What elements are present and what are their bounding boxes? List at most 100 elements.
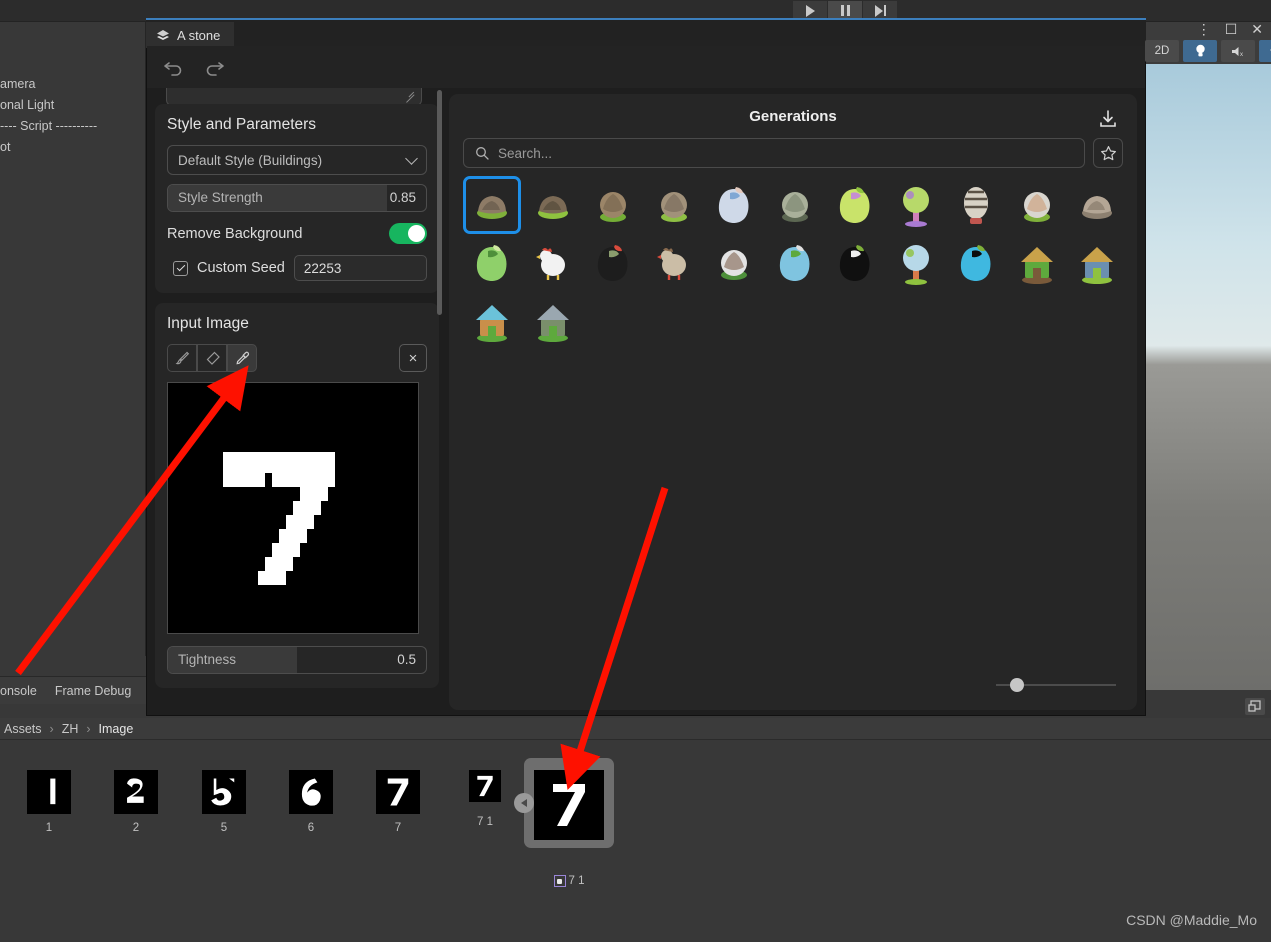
asset-item[interactable]: 1 xyxy=(6,770,92,834)
generation-thumb-speckled-stone[interactable] xyxy=(645,176,703,234)
generation-thumb-striped-egg[interactable] xyxy=(947,176,1005,234)
hierarchy-item[interactable]: amera xyxy=(0,74,145,95)
undo-redo-bar xyxy=(147,46,1145,88)
asset-thumbnail[interactable] xyxy=(289,770,333,814)
generation-thumb-globe-sprout[interactable] xyxy=(766,234,824,292)
toggle-2d[interactable]: 2D xyxy=(1145,40,1179,62)
asset-item[interactable]: 7 1 xyxy=(514,758,614,887)
redo-button[interactable] xyxy=(201,54,227,80)
remove-background-row: Remove Background xyxy=(167,223,427,244)
chevron-down-icon xyxy=(405,151,418,165)
thumbnail-size-slider[interactable] xyxy=(996,678,1116,692)
tightness-value: 0.5 xyxy=(397,652,416,667)
hierarchy-item[interactable]: onal Light xyxy=(0,95,145,116)
asset-item[interactable]: 2 xyxy=(93,770,179,834)
thumb-art-blue-tree xyxy=(902,245,929,285)
close-icon[interactable]: ✕ xyxy=(1251,22,1263,36)
search-input[interactable]: Search... xyxy=(463,138,1085,168)
generation-thumb-white-chicken[interactable] xyxy=(524,234,582,292)
breadcrumb-assets[interactable]: Assets xyxy=(0,722,46,736)
generation-thumb-grass-hut[interactable] xyxy=(1008,234,1066,292)
generation-thumb-small-rock-plant[interactable] xyxy=(524,176,582,234)
eyedropper-tool[interactable] xyxy=(227,344,257,372)
asset-grid: 1 2 5 6 7 7 1 7 1 xyxy=(0,740,1271,887)
tab-a-stone[interactable]: A stone xyxy=(146,22,235,48)
scene-effects-toggle[interactable] xyxy=(1259,40,1271,62)
brush-icon xyxy=(175,351,190,365)
left-column-scrollbar[interactable] xyxy=(437,90,442,315)
thumb-art-capped-stone xyxy=(1023,192,1050,222)
open-panel-button[interactable] xyxy=(1245,698,1265,715)
asset-thumbnail[interactable] xyxy=(534,770,604,840)
asset-label: 2 xyxy=(132,822,140,834)
asset-label: 7 1 xyxy=(477,816,493,828)
asset-item[interactable]: 6 xyxy=(268,770,354,834)
scene-viewport[interactable] xyxy=(1145,64,1271,704)
generation-thumb-blue-slug[interactable] xyxy=(705,176,763,234)
download-button[interactable] xyxy=(1097,108,1119,130)
digit-glyph xyxy=(50,778,56,805)
undo-icon xyxy=(164,62,182,76)
style-strength-slider[interactable]: Style Strength 0.85 xyxy=(167,184,427,212)
generation-thumb-framed-sheep[interactable] xyxy=(705,234,763,292)
asset-thumbnail[interactable] xyxy=(27,770,71,814)
input-tools-row: × xyxy=(167,344,427,372)
digit-glyph xyxy=(211,778,235,806)
scene-audio-toggle[interactable]: x xyxy=(1221,40,1255,62)
generation-thumb-pink-mushroom[interactable] xyxy=(826,176,884,234)
custom-seed-input[interactable]: 22253 xyxy=(293,255,427,281)
thumb-art-mossy-boulder xyxy=(600,192,626,222)
more-vertical-icon[interactable]: ⋮ xyxy=(1197,22,1211,36)
generation-thumb-blue-tree[interactable] xyxy=(887,234,945,292)
maximize-icon[interactable]: ☐ xyxy=(1225,22,1238,36)
digit-glyph xyxy=(301,778,321,806)
remove-background-toggle[interactable] xyxy=(389,223,427,244)
custom-seed-checkbox[interactable] xyxy=(173,260,188,276)
hierarchy-item[interactable]: ---- Script ---------- xyxy=(0,116,145,137)
input-image-preview[interactable] xyxy=(167,382,419,634)
asset-label: 7 xyxy=(394,822,402,834)
asset-thumbnail[interactable] xyxy=(202,770,246,814)
generation-thumb-green-mound[interactable] xyxy=(766,176,824,234)
generation-thumb-green-tree[interactable] xyxy=(887,176,945,234)
generation-thumb-leaf-sprout[interactable] xyxy=(463,234,521,292)
breadcrumb-image[interactable]: Image xyxy=(95,722,138,736)
generation-thumb-tower-house[interactable] xyxy=(1068,234,1126,292)
asset-item[interactable]: 5 xyxy=(181,770,267,834)
eraser-tool[interactable] xyxy=(197,344,227,372)
asset-label: 5 xyxy=(220,822,228,834)
generation-thumb-black-slime[interactable] xyxy=(826,234,884,292)
favorites-filter-button[interactable] xyxy=(1093,138,1123,168)
asset-thumbnail[interactable] xyxy=(376,770,420,814)
generation-thumb-wooden-shop[interactable] xyxy=(463,292,521,350)
generation-thumb-cyan-orb-sprout[interactable] xyxy=(947,234,1005,292)
breadcrumb: Assets › ZH › Image xyxy=(0,718,1271,740)
tightness-slider[interactable]: Tightness 0.5 xyxy=(167,646,427,674)
generation-thumb-rock-on-grass[interactable] xyxy=(463,176,521,234)
generation-thumb-plain-pebble[interactable] xyxy=(1068,176,1126,234)
asset-thumbnail[interactable] xyxy=(114,770,158,814)
generation-thumb-hooded-chicken[interactable] xyxy=(584,234,642,292)
asset-item[interactable]: 7 xyxy=(355,770,441,834)
thumb-art-leaf-sprout xyxy=(476,245,507,281)
breadcrumb-zh[interactable]: ZH xyxy=(58,722,83,736)
svg-text:x: x xyxy=(1240,52,1243,58)
tab-frame-debug[interactable]: Frame Debug xyxy=(55,684,131,698)
download-icon xyxy=(1100,110,1116,127)
lightbulb-icon xyxy=(1195,44,1205,57)
generation-thumb-mossy-boulder[interactable] xyxy=(584,176,642,234)
tab-console[interactable]: onsole xyxy=(0,684,37,698)
asset-thumbnail[interactable] xyxy=(469,770,501,802)
slider-handle[interactable] xyxy=(1010,678,1025,692)
clear-input-image-button[interactable]: × xyxy=(399,344,427,372)
hierarchy-item[interactable]: ot xyxy=(0,137,145,158)
brush-tool[interactable] xyxy=(167,344,197,372)
generation-thumb-watchtower[interactable] xyxy=(524,292,582,350)
style-select[interactable]: Default Style (Buildings) xyxy=(167,145,427,175)
scene-lighting-toggle[interactable] xyxy=(1183,40,1217,62)
generation-thumb-stone-hat-bird[interactable] xyxy=(645,234,703,292)
thumb-art-small-rock-plant xyxy=(537,196,568,219)
undo-button[interactable] xyxy=(161,54,187,80)
asset-prev-arrow[interactable] xyxy=(514,793,534,813)
generation-thumb-capped-stone[interactable] xyxy=(1008,176,1066,234)
